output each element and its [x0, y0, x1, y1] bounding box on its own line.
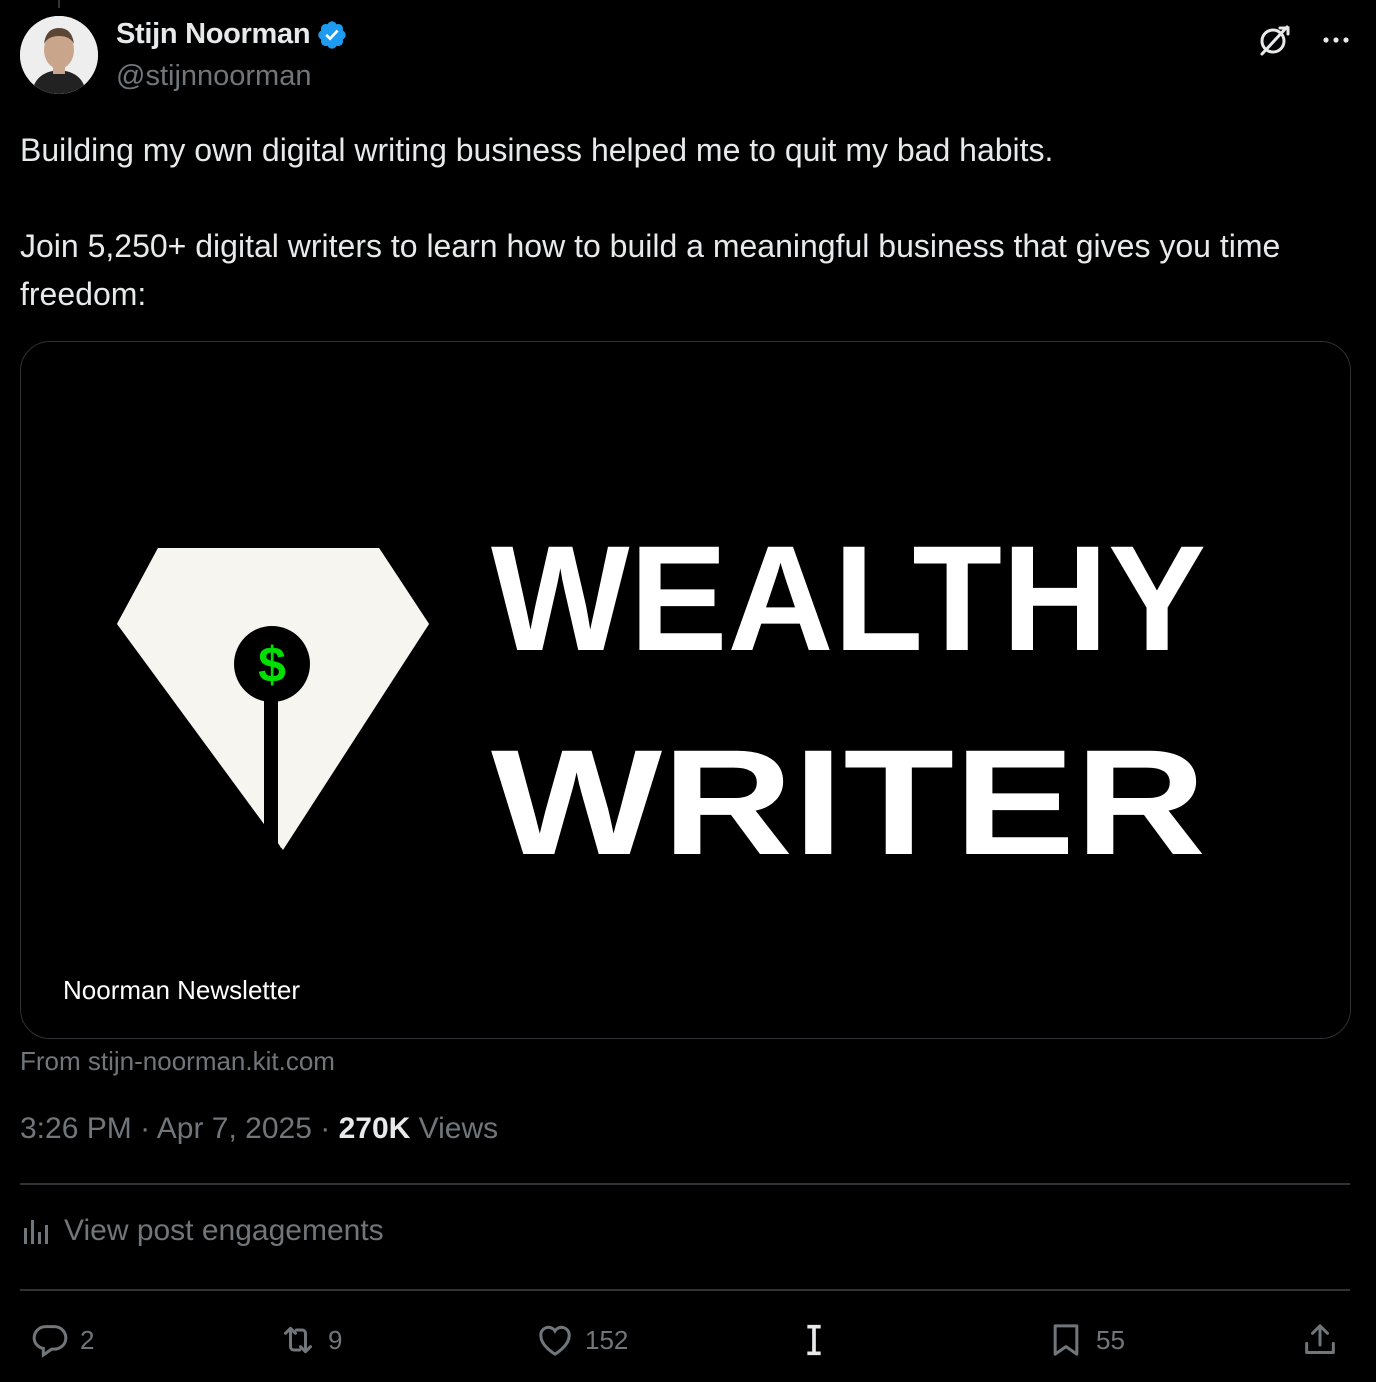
post-date[interactable]: Apr 7, 2025 [157, 1112, 312, 1145]
card-title: Noorman Newsletter [61, 971, 302, 1010]
bookmark-icon [1053, 1324, 1079, 1356]
divider [20, 1183, 1350, 1185]
user-handle[interactable]: @stijnnoorman [116, 60, 311, 93]
views-label: Views [418, 1112, 499, 1145]
more-icon[interactable] [1316, 20, 1356, 60]
analytics-icon [24, 1220, 48, 1244]
like-count: 152 [585, 1324, 629, 1355]
display-name[interactable]: Stijn Noorman [116, 18, 311, 51]
meta-separator: · [320, 1112, 331, 1145]
post-text: Building my own digital writing business… [20, 132, 1281, 312]
post-metadata: 3:26 PM · Apr 7, 2025 · 270K Views [20, 1112, 498, 1146]
card-image: $ WEALTHY WRITER [21, 342, 1350, 1038]
thread-connector-line [58, 0, 60, 8]
action-bar: 2 9 152 55 [20, 1312, 1356, 1372]
brand-line-1: WEALTHY [491, 514, 1206, 682]
share-icon [1305, 1324, 1335, 1354]
verified-badge-icon[interactable] [316, 19, 348, 51]
text-cursor-icon [807, 1324, 821, 1356]
meta-separator: · [140, 1112, 151, 1145]
grok-explain-button[interactable] [794, 1312, 834, 1368]
brand-line-2: WRITER [491, 718, 1206, 886]
avatar[interactable] [20, 16, 98, 94]
reply-icon [32, 1325, 68, 1358]
repost-button[interactable]: 9 [278, 1312, 342, 1368]
engagements-label: View post engagements [64, 1214, 384, 1247]
reply-count: 2 [80, 1324, 95, 1355]
avatar-photo [20, 16, 98, 94]
share-button[interactable] [1300, 1312, 1340, 1368]
repost-count: 9 [328, 1324, 343, 1355]
view-engagements-link[interactable]: View post engagements [20, 1214, 384, 1248]
repost-icon [284, 1326, 312, 1354]
divider [20, 1289, 1350, 1291]
dollar-sign: $ [258, 637, 286, 693]
link-card[interactable]: $ WEALTHY WRITER Noorman Newsletter [20, 341, 1351, 1039]
name-row: Stijn Noorman [116, 18, 348, 51]
post-time[interactable]: 3:26 PM [20, 1112, 132, 1145]
heart-icon [539, 1325, 571, 1356]
header-actions [1254, 20, 1356, 60]
post-header: Stijn Noorman @stijnnoorman [20, 16, 1356, 96]
grok-icon[interactable] [1254, 20, 1294, 60]
reply-button[interactable]: 2 [30, 1312, 94, 1368]
bookmark-button[interactable]: 55 [1046, 1312, 1125, 1368]
card-source-link[interactable]: From stijn-noorman.kit.com [20, 1046, 335, 1077]
bookmark-count: 55 [1096, 1324, 1125, 1355]
like-button[interactable]: 152 [535, 1312, 628, 1368]
views-count: 270K [338, 1112, 411, 1145]
